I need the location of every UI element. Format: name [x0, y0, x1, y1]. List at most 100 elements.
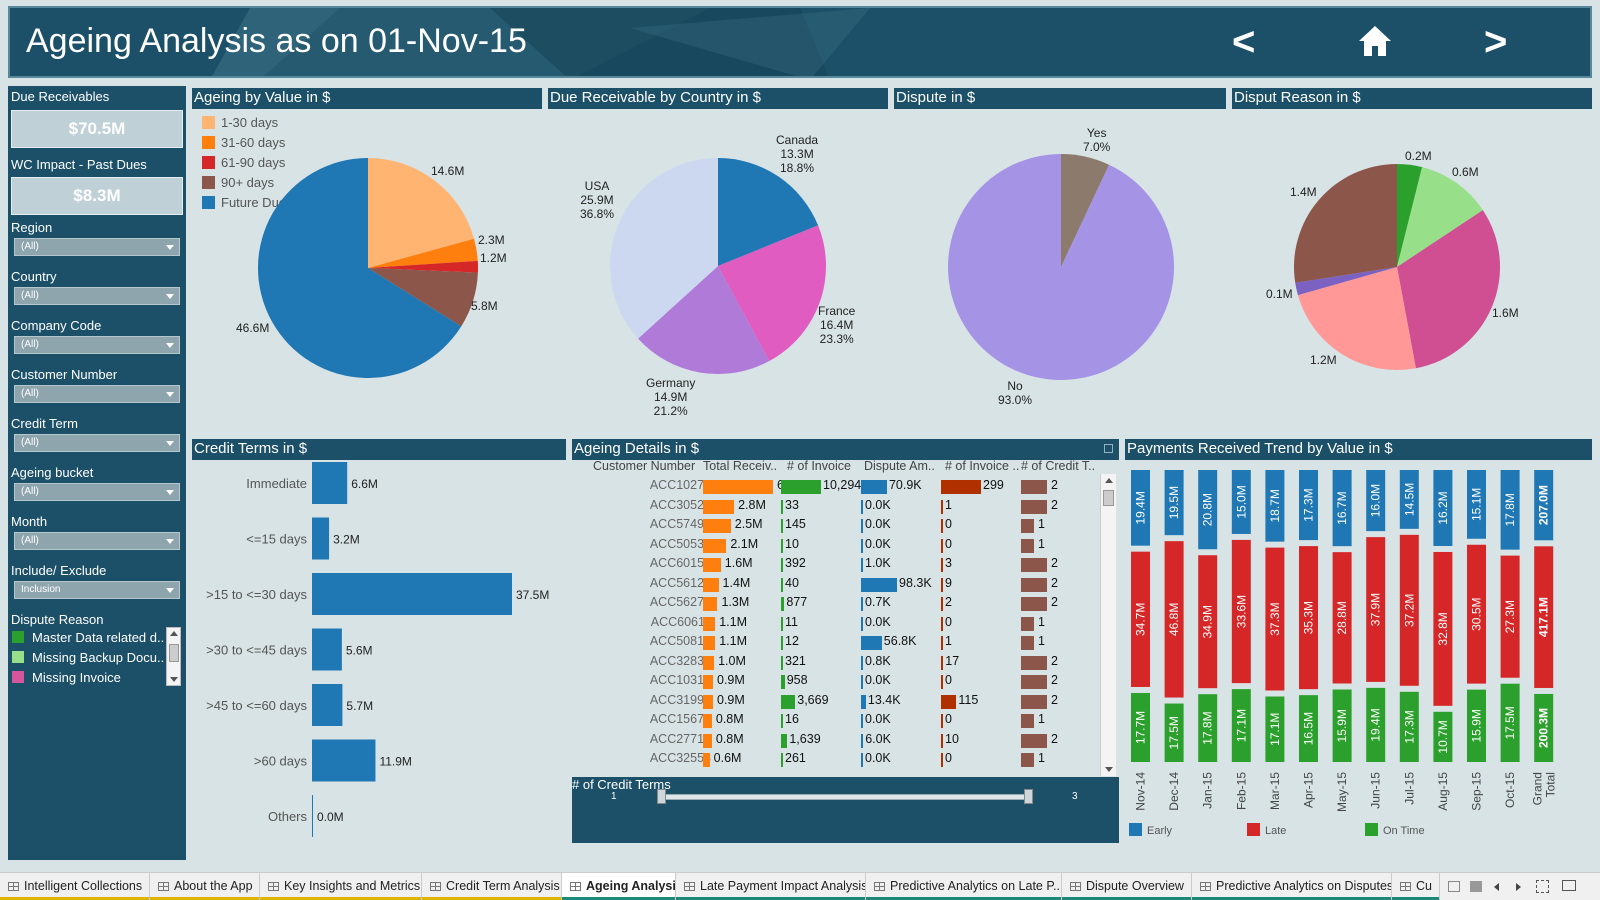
- scroll-down-icon[interactable]: [170, 677, 178, 682]
- credit-term-bar[interactable]: [312, 628, 342, 671]
- credit-term-dropdown[interactable]: (All): [14, 434, 180, 452]
- legend-swatch: [12, 651, 24, 663]
- ageing-bucket-dropdown[interactable]: (All): [14, 483, 180, 501]
- grid-view-icon[interactable]: [1448, 881, 1460, 892]
- month-dropdown[interactable]: (All): [14, 532, 180, 550]
- credit-term-bar[interactable]: [312, 573, 512, 615]
- table-row[interactable]: ACC60611 1.1M 11 0.0K 0 1: [575, 613, 1123, 633]
- table-row[interactable]: ACC32553 0.6M 261 0.0K 0 1: [575, 749, 1123, 769]
- payment-legend-label[interactable]: On Time: [1383, 825, 1425, 837]
- country-panel-title: Due Receivable by Country in $: [548, 88, 888, 109]
- table-row[interactable]: ACC31991 0.9M 3,669 13.4K 115 2: [575, 691, 1123, 711]
- table-row[interactable]: ACC57490 2.5M 145 0.0K 0 1: [575, 515, 1123, 535]
- table-bar: [861, 733, 864, 748]
- country-dropdown[interactable]: (All): [14, 287, 180, 305]
- ageing-value-panel-title: Ageing by Value in $: [192, 88, 542, 109]
- month-axis-label: Oct-15: [1503, 772, 1517, 808]
- company-code-dropdown[interactable]: (All): [14, 336, 180, 354]
- table-row[interactable]: ACC102716.3M10,29470.9K2992: [575, 476, 1123, 496]
- column-header[interactable]: # of Invoice: [787, 459, 851, 473]
- table-row[interactable]: ACC32833 1.0M 321 0.8K 17 2: [575, 652, 1123, 672]
- table-scrollbar[interactable]: [1100, 474, 1116, 776]
- column-header[interactable]: # of Invoice ..: [945, 459, 1019, 473]
- credit-term-bar[interactable]: [312, 517, 330, 560]
- column-header[interactable]: Total Receiv..: [703, 459, 777, 473]
- tab-intelligent-collections[interactable]: Intelligent Collections: [0, 873, 150, 900]
- scroll-left-icon[interactable]: [1494, 883, 1499, 891]
- scroll-up-icon[interactable]: [1105, 478, 1113, 483]
- dispute-reason-item[interactable]: Missing Invoice: [12, 670, 121, 685]
- dispute-pie-slice-1[interactable]: [948, 154, 1174, 380]
- tab-late-payment-impact[interactable]: Late Payment Impact Analysis: [676, 873, 866, 900]
- column-header[interactable]: Customer Number: [593, 459, 695, 473]
- table-row[interactable]: ACC56272 1.3M 877 0.7K 2 2: [575, 593, 1123, 613]
- table-row[interactable]: ACC50533 2.1M 10 0.0K 0 1: [575, 535, 1123, 555]
- payment-legend-label[interactable]: Late: [1265, 825, 1286, 837]
- include-exclude-dropdown[interactable]: Inclusion: [14, 581, 180, 599]
- previous-button[interactable]: <: [1232, 22, 1255, 62]
- expand-icon[interactable]: [1104, 444, 1113, 453]
- slider-handle-max[interactable]: [1024, 789, 1033, 804]
- credit-term-bar[interactable]: [312, 684, 343, 726]
- table-cell-value: 6.0K: [865, 731, 891, 746]
- payment-legend-label[interactable]: Early: [1147, 825, 1173, 837]
- dispute-reason-scrollbar[interactable]: [166, 627, 181, 686]
- slider-handle-min[interactable]: [657, 789, 666, 804]
- table-bar: [703, 675, 713, 689]
- credit-term-bar[interactable]: [312, 739, 376, 782]
- home-button[interactable]: [1357, 24, 1393, 65]
- region-dropdown[interactable]: (All): [14, 238, 180, 256]
- scroll-up-icon[interactable]: [170, 631, 178, 636]
- fullscreen-icon[interactable]: [1536, 880, 1549, 893]
- credit-term-bar[interactable]: [312, 795, 313, 837]
- legend-item-1-30[interactable]: 1-30 days: [202, 115, 278, 130]
- pie-label: 0.1M: [1266, 287, 1293, 301]
- slider-track[interactable]: [662, 794, 1030, 800]
- dispute-reason-item[interactable]: Missing Backup Docu..: [12, 650, 164, 665]
- credit-term-category: >60 days: [254, 754, 308, 769]
- table-cell-value: 0.9M: [717, 692, 745, 707]
- sheet-icon: [430, 882, 441, 891]
- table-cell-value: 2: [1051, 478, 1058, 492]
- scroll-thumb[interactable]: [1103, 490, 1114, 506]
- tab-ageing-analysis[interactable]: Ageing Analysis: [562, 873, 676, 900]
- scroll-right-icon[interactable]: [1516, 883, 1521, 891]
- column-header[interactable]: # of Credit T..: [1021, 459, 1095, 473]
- next-button[interactable]: >: [1484, 22, 1507, 62]
- table-row[interactable]: ACC56122 1.4M 40 98.3K 9 2: [575, 574, 1123, 594]
- table-row[interactable]: ACC50815 1.1M 12 56.8K 1 1: [575, 632, 1123, 652]
- tab-key-insights[interactable]: Key Insights and Metrics: [260, 873, 422, 900]
- legend-item-31-60[interactable]: 31-60 days: [202, 135, 285, 150]
- tab-credit-term-analysis[interactable]: Credit Term Analysis: [422, 873, 562, 900]
- due-receivables-label: Due Receivables: [11, 89, 110, 104]
- tab-predictive-late-payments[interactable]: Predictive Analytics on Late P...: [866, 873, 1062, 900]
- table-bar: [703, 694, 713, 709]
- table-row[interactable]: ACC10316 0.9M 958 0.0K 0 2: [575, 671, 1123, 691]
- filmstrip-icon[interactable]: [1470, 881, 1482, 892]
- ageing-pie-chart: [258, 158, 478, 378]
- table-row[interactable]: ACC60151 1.6M 392 1.0K 3 2: [575, 554, 1123, 574]
- customer-number-dropdown[interactable]: (All): [14, 385, 180, 403]
- table-row[interactable]: ACC15673 0.8M 16 0.0K 0 1: [575, 710, 1123, 730]
- tab-predictive-disputes[interactable]: Predictive Analytics on Disputes: [1192, 873, 1392, 900]
- credit-term-bar[interactable]: [312, 462, 348, 504]
- column-header[interactable]: Dispute Am..: [864, 459, 935, 473]
- scroll-thumb[interactable]: [169, 644, 179, 662]
- comment-icon[interactable]: [1562, 880, 1576, 891]
- table-cell-value: 2.5M: [734, 517, 763, 531]
- tab-about-the-app[interactable]: About the App: [150, 873, 260, 900]
- payment-value-label: 15.0M: [1234, 485, 1248, 518]
- table-bar: [703, 558, 721, 572]
- pie-label: 1.6M: [1492, 306, 1519, 320]
- table-bar: [1021, 480, 1047, 494]
- customer-number-cell: ACC32553: [649, 751, 711, 765]
- dispute-reason-pie-slice-5[interactable]: [1294, 164, 1397, 283]
- tab-dispute-overview[interactable]: Dispute Overview: [1062, 873, 1192, 900]
- table-row[interactable]: ACC30524 2.8M 33 0.0K 1 2: [575, 496, 1123, 516]
- dispute-reason-item[interactable]: Master Data related d..: [12, 630, 164, 645]
- payment-value-label: 33.6M: [1234, 595, 1248, 628]
- tab-customer-overflow[interactable]: Cu: [1392, 873, 1440, 900]
- table-row[interactable]: ACC27719 0.8M 1,639 6.0K 10 2: [575, 730, 1123, 750]
- scroll-down-icon[interactable]: [1105, 767, 1113, 772]
- month-axis-label: Aug-15: [1436, 772, 1450, 811]
